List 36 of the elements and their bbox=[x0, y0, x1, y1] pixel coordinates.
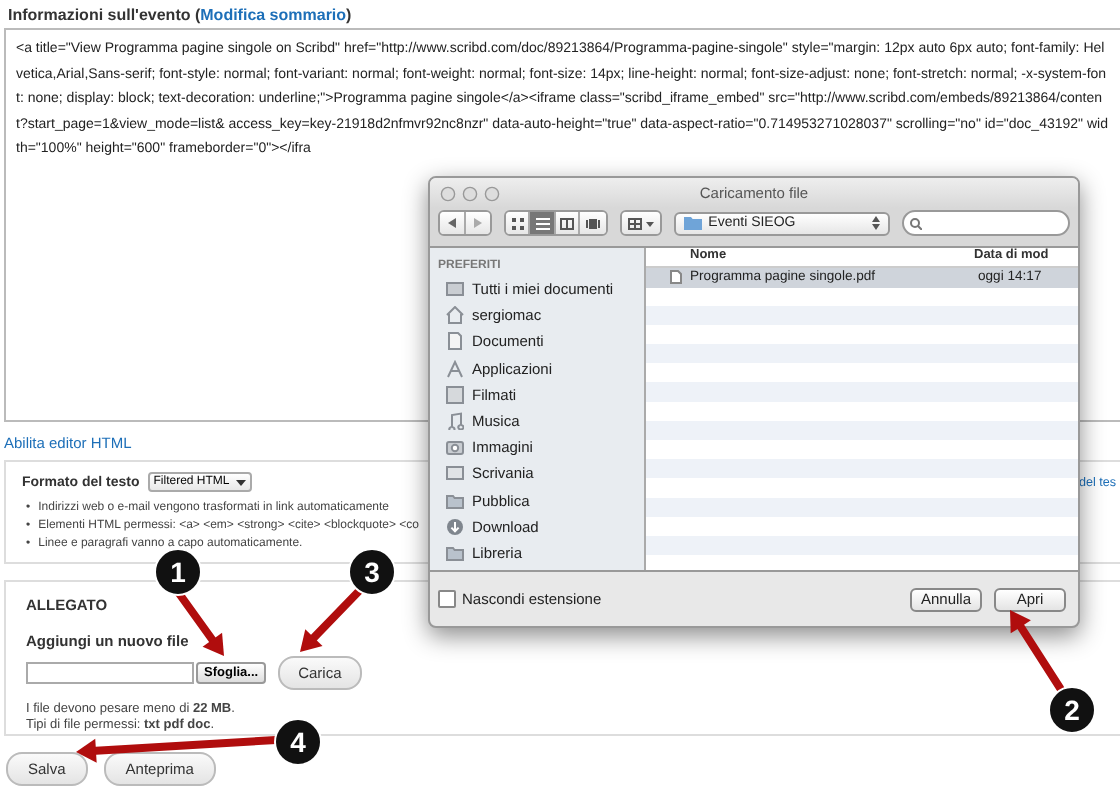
caret-icon bbox=[235, 479, 246, 485]
callout-arrow bbox=[1010, 610, 1064, 692]
home-icon bbox=[446, 306, 464, 325]
folder-icon bbox=[446, 543, 464, 562]
forward-icon bbox=[473, 218, 482, 228]
step-number-badge: 2 bbox=[1048, 686, 1096, 734]
section-title: Informazioni sull'evento ( bbox=[8, 6, 201, 24]
back-icon bbox=[447, 218, 456, 228]
music-icon bbox=[446, 412, 464, 431]
camera-icon bbox=[446, 438, 464, 457]
edit-summary-link[interactable]: Modifica sommario bbox=[200, 6, 347, 24]
file-icon bbox=[446, 332, 464, 351]
view-mode-button[interactable] bbox=[530, 212, 556, 234]
coverflow-icon bbox=[586, 217, 601, 229]
search-field[interactable] bbox=[902, 210, 1070, 236]
folder-icon bbox=[684, 216, 703, 230]
view-mode-button[interactable] bbox=[555, 212, 581, 234]
columns-icon bbox=[560, 217, 575, 229]
view-mode-button[interactable] bbox=[505, 212, 531, 234]
file-path-field[interactable] bbox=[26, 662, 194, 684]
closing-paren: ) bbox=[346, 6, 352, 24]
download-icon bbox=[446, 517, 464, 536]
search-icon bbox=[910, 217, 923, 229]
arrange-icon bbox=[627, 217, 656, 229]
folder-icon bbox=[446, 491, 464, 510]
arrange-button[interactable] bbox=[621, 212, 661, 234]
checkbox[interactable] bbox=[438, 590, 456, 608]
step-number-badge: 3 bbox=[348, 548, 396, 596]
list-icon bbox=[535, 217, 550, 229]
view-mode-button[interactable] bbox=[580, 212, 606, 234]
stepper-icon bbox=[872, 216, 881, 230]
step-number-badge: 4 bbox=[274, 718, 322, 766]
callout-arrow bbox=[300, 586, 364, 652]
step-number-badge: 1 bbox=[154, 548, 202, 596]
grid-icon bbox=[511, 217, 524, 229]
back-button[interactable] bbox=[440, 212, 466, 234]
